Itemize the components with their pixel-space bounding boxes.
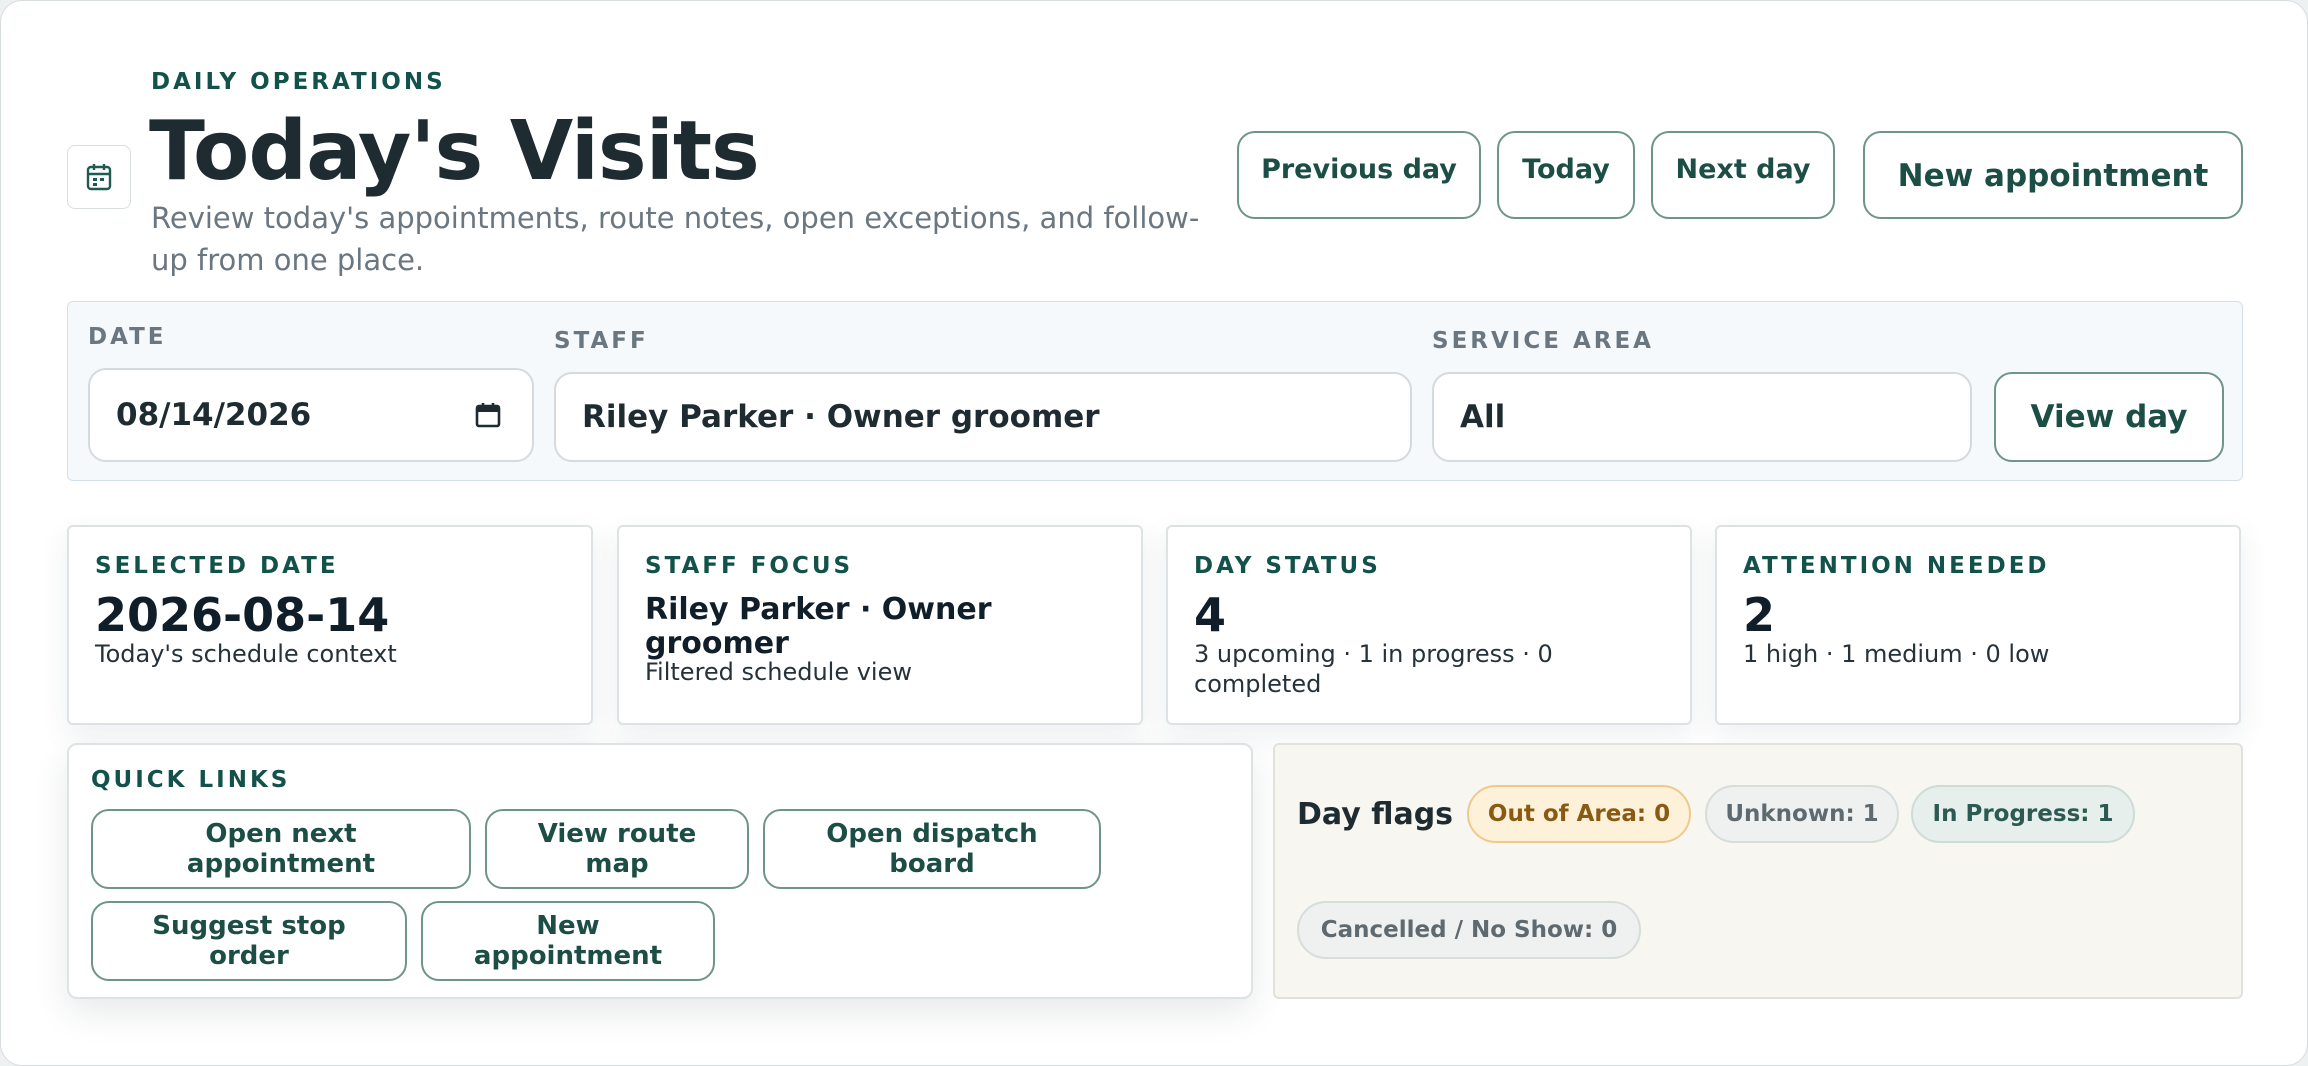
calendar-icon (67, 145, 131, 209)
stat-sub: Today's schedule context (95, 640, 397, 668)
stat-card-attention-needed: ATTENTION NEEDED 2 1 high · 1 medium · 0… (1715, 525, 2241, 725)
flag-out-of-area: Out of Area: 0 (1467, 785, 1691, 843)
today-button[interactable]: Today (1497, 131, 1635, 219)
stat-card-staff-focus: STAFF FOCUS Riley Parker · Owner groomer… (617, 525, 1143, 725)
date-field[interactable]: 08/14/2026 (88, 368, 534, 462)
stat-sub: Filtered schedule view (645, 658, 912, 686)
page-subtitle: Review today's appointments, route notes… (151, 201, 1200, 277)
date-value: 08/14/2026 (116, 397, 312, 433)
staff-select[interactable]: Riley Parker · Owner groomer (554, 372, 1412, 462)
stat-card-selected-date: SELECTED DATE 2026-08-14 Today's schedul… (67, 525, 593, 725)
service-area-value: All (1460, 399, 1506, 435)
stat-value: Riley Parker · Owner groomer (645, 592, 992, 661)
filter-bar: DATE 08/14/2026 STAFF Riley Parker · Own… (67, 301, 2243, 481)
view-route-map-link[interactable]: View route map (485, 809, 749, 889)
stat-key: ATTENTION NEEDED (1743, 553, 2050, 579)
day-flags-title: Day flags (1297, 797, 1454, 832)
stat-key: DAY STATUS (1194, 553, 1381, 579)
suggest-stop-order-link[interactable]: Suggest stop order (91, 901, 407, 981)
stat-card-day-status: DAY STATUS 4 3 upcoming · 1 in progress … (1166, 525, 1692, 725)
service-area-label: SERVICE AREA (1432, 328, 1654, 354)
stat-value: 4 (1194, 588, 1227, 642)
quick-links-heading: QUICK LINKS (91, 767, 291, 793)
page-title: Today's Visits (149, 104, 760, 199)
new-appointment-link[interactable]: New appointment (421, 901, 715, 981)
stat-sub: 1 high · 1 medium · 0 low (1743, 640, 2050, 668)
open-next-appointment-link[interactable]: Open next appointment (91, 809, 471, 889)
new-appointment-button[interactable]: New appointment (1863, 131, 2243, 219)
flag-cancelled-no-show: Cancelled / No Show: 0 (1297, 901, 1641, 959)
stat-key: STAFF FOCUS (645, 553, 854, 579)
next-day-button[interactable]: Next day (1651, 131, 1835, 219)
date-label: DATE (88, 324, 167, 350)
flag-in-progress: In Progress: 1 (1911, 785, 2135, 843)
date-picker-icon[interactable] (474, 401, 502, 429)
service-area-select[interactable]: All (1432, 372, 1972, 462)
stat-key: SELECTED DATE (95, 553, 339, 579)
staff-value: Riley Parker · Owner groomer (582, 399, 1100, 435)
view-day-button[interactable]: View day (1994, 372, 2224, 462)
page-eyebrow: DAILY OPERATIONS (151, 69, 446, 95)
previous-day-button[interactable]: Previous day (1237, 131, 1481, 219)
stat-sub: 3 upcoming · 1 in progress · 0 completed (1194, 640, 1553, 698)
open-dispatch-board-link[interactable]: Open dispatch board (763, 809, 1101, 889)
stat-value: 2 (1743, 588, 1776, 642)
staff-label: STAFF (554, 328, 649, 354)
stat-value: 2026-08-14 (95, 588, 390, 642)
flag-unknown: Unknown: 1 (1705, 785, 1899, 843)
page-frame: DAILY OPERATIONS Today's Visits Review t… (0, 0, 2308, 1066)
quick-links-panel: QUICK LINKS Open next appointment View r… (67, 743, 1253, 999)
day-flags-panel: Day flags Out of Area: 0 Unknown: 1 In P… (1273, 743, 2243, 999)
